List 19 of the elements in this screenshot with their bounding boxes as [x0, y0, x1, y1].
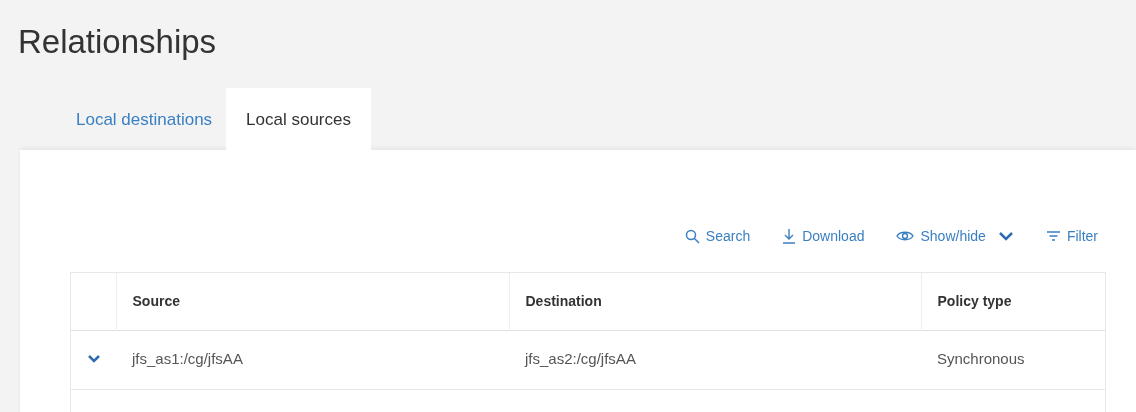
filter-button[interactable]: Filter [1045, 225, 1098, 247]
table-cell: Synchronous [937, 350, 1025, 368]
tab[interactable]: Local destinations [62, 88, 227, 150]
column-header: Source [132, 292, 180, 309]
show-hide-button[interactable]: Show/hide [896, 225, 1014, 247]
filter-icon [1045, 230, 1061, 242]
chevron-icon [86, 354, 101, 364]
search-button[interactable]: Search [684, 225, 751, 247]
eye-icon [896, 230, 915, 242]
download-button[interactable]: Download [782, 225, 865, 247]
chevron-down-icon [997, 231, 1014, 241]
tab[interactable]: Local sources [226, 88, 371, 150]
page-title: Relationships [18, 22, 218, 62]
column-header: Destination [525, 292, 602, 309]
download-icon [782, 228, 797, 244]
search-icon [684, 228, 700, 244]
column-header: Policy type [937, 292, 1012, 309]
table-cell: jfs_as2:/cg/jfsAA [525, 350, 636, 368]
table-cell: jfs_as1:/cg/jfsAA [132, 350, 243, 368]
